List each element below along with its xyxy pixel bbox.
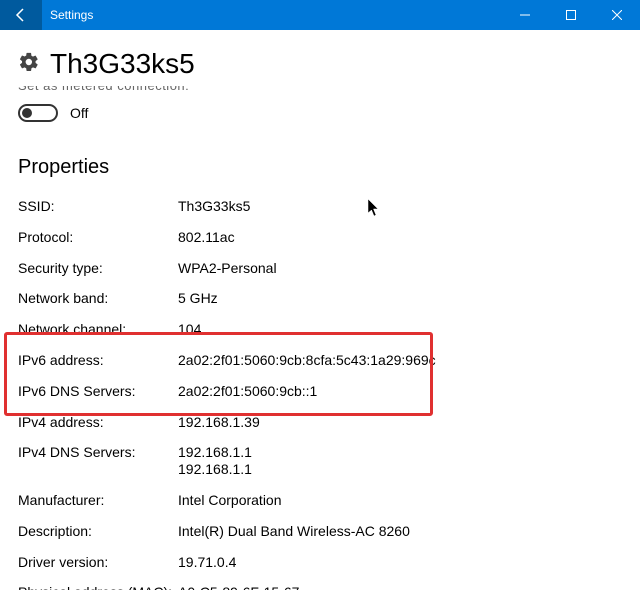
property-label: Network channel:	[18, 321, 178, 338]
property-value: 2a02:2f01:5060:9cb::1	[178, 383, 317, 400]
metered-connection-toggle[interactable]	[18, 104, 58, 122]
property-row-ssid: SSID: Th3G33ks5	[18, 191, 622, 222]
property-value: Th3G33ks5	[178, 198, 250, 215]
property-row-description: Description: Intel(R) Dual Band Wireless…	[18, 516, 622, 547]
property-label: IPv6 address:	[18, 352, 178, 369]
property-row-ipv6-address: IPv6 address: 2a02:2f01:5060:9cb:8cfa:5c…	[18, 345, 622, 376]
property-value: WPA2-Personal	[178, 260, 277, 277]
property-label: Description:	[18, 523, 178, 540]
toggle-knob	[22, 108, 32, 118]
property-row-protocol: Protocol: 802.11ac	[18, 222, 622, 253]
property-label: Driver version:	[18, 554, 178, 571]
close-button[interactable]	[594, 0, 640, 30]
property-label: Security type:	[18, 260, 178, 277]
property-row-driver: Driver version: 19.71.0.4	[18, 547, 622, 578]
property-value: Intel Corporation	[178, 492, 282, 509]
property-label: Protocol:	[18, 229, 178, 246]
property-row-security: Security type: WPA2-Personal	[18, 253, 622, 284]
property-row-channel: Network channel: 104	[18, 314, 622, 345]
property-label: IPv4 address:	[18, 414, 178, 431]
back-button[interactable]	[0, 0, 42, 30]
property-label: IPv4 DNS Servers:	[18, 444, 178, 478]
metered-connection-toggle-row: Off	[0, 96, 640, 122]
bottom-crop-mask	[0, 590, 640, 597]
property-value: 19.71.0.4	[178, 554, 236, 571]
content-area: Th3G33ks5 Set as metered connection: Off…	[0, 30, 640, 597]
property-value: 192.168.1.39	[178, 414, 260, 431]
property-row-manufacturer: Manufacturer: Intel Corporation	[18, 485, 622, 516]
metered-connection-label-cutoff: Set as metered connection:	[0, 86, 640, 96]
page-header: Th3G33ks5	[0, 30, 640, 84]
toggle-state-label: Off	[70, 105, 88, 121]
property-row-ipv4-dns: IPv4 DNS Servers: 192.168.1.1 192.168.1.…	[18, 437, 622, 485]
property-row-ipv6-dns: IPv6 DNS Servers: 2a02:2f01:5060:9cb::1	[18, 376, 622, 407]
property-label: Network band:	[18, 290, 178, 307]
window-titlebar: Settings	[0, 0, 640, 30]
property-value: 5 GHz	[178, 290, 218, 307]
window-title: Settings	[50, 8, 93, 22]
properties-table: SSID: Th3G33ks5 Protocol: 802.11ac Secur…	[0, 191, 640, 597]
page-title: Th3G33ks5	[50, 48, 195, 80]
property-label: SSID:	[18, 198, 178, 215]
minimize-button[interactable]	[502, 0, 548, 30]
property-row-ipv4-address: IPv4 address: 192.168.1.39	[18, 407, 622, 438]
property-label: IPv6 DNS Servers:	[18, 383, 178, 400]
property-value: 802.11ac	[178, 229, 235, 246]
property-value: Intel(R) Dual Band Wireless-AC 8260	[178, 523, 410, 540]
property-value: 104	[178, 321, 201, 338]
maximize-button[interactable]	[548, 0, 594, 30]
properties-heading: Properties	[0, 156, 640, 179]
window-controls	[502, 0, 640, 30]
property-label: Manufacturer:	[18, 492, 178, 509]
property-value: 192.168.1.1 192.168.1.1	[178, 444, 252, 478]
property-value: 2a02:2f01:5060:9cb:8cfa:5c43:1a29:969c	[178, 352, 436, 369]
property-row-band: Network band: 5 GHz	[18, 283, 622, 314]
dns-line-1: 192.168.1.1	[178, 444, 252, 460]
gear-icon	[18, 51, 40, 78]
dns-line-2: 192.168.1.1	[178, 461, 252, 477]
